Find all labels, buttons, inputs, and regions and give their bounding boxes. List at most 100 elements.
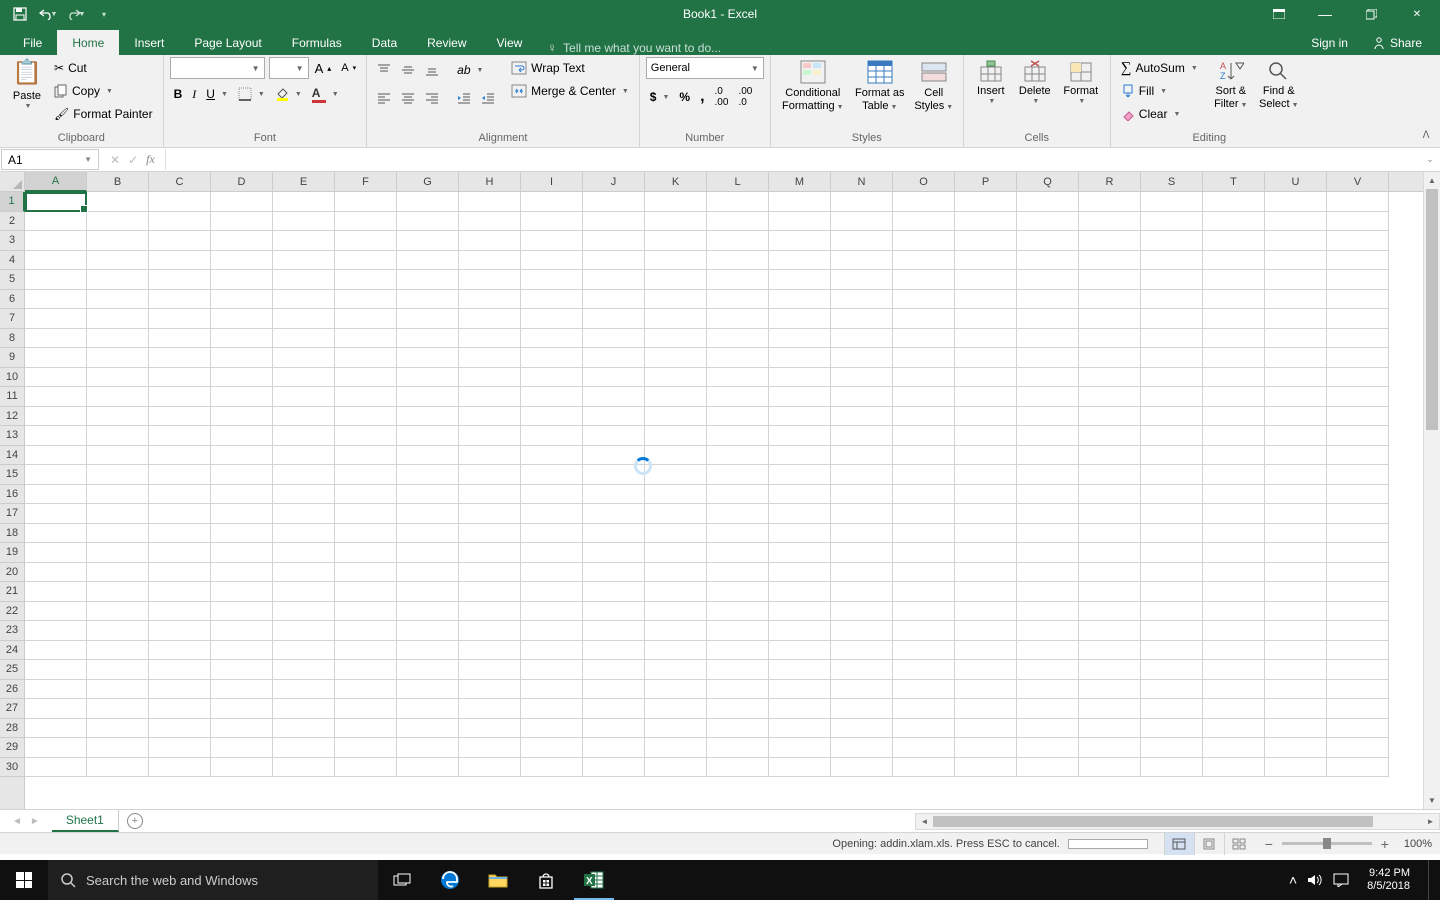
hscroll-track[interactable] — [933, 814, 1422, 829]
cell[interactable] — [521, 348, 583, 368]
cell[interactable] — [273, 738, 335, 758]
cell[interactable] — [1203, 641, 1265, 661]
cell[interactable] — [1017, 270, 1079, 290]
cell[interactable] — [769, 641, 831, 661]
cell[interactable] — [1141, 719, 1203, 739]
cell[interactable] — [1141, 290, 1203, 310]
cell[interactable] — [273, 407, 335, 427]
cell[interactable] — [1203, 621, 1265, 641]
cell[interactable] — [335, 485, 397, 505]
cell[interactable] — [459, 329, 521, 349]
cell[interactable] — [273, 543, 335, 563]
cell[interactable] — [1265, 309, 1327, 329]
insert-function-icon[interactable]: fx — [146, 152, 155, 167]
cell[interactable] — [25, 485, 87, 505]
cell[interactable] — [25, 582, 87, 602]
cell[interactable] — [459, 368, 521, 388]
cell[interactable] — [273, 465, 335, 485]
cell[interactable] — [1141, 270, 1203, 290]
cell[interactable] — [273, 602, 335, 622]
cell[interactable] — [831, 485, 893, 505]
cell[interactable] — [1079, 621, 1141, 641]
cell[interactable] — [459, 680, 521, 700]
cell[interactable] — [25, 680, 87, 700]
column-header[interactable]: A — [25, 172, 87, 192]
cell[interactable] — [87, 348, 149, 368]
cell[interactable] — [645, 368, 707, 388]
formula-input[interactable] — [166, 148, 1420, 171]
cell[interactable] — [1017, 660, 1079, 680]
cell[interactable] — [955, 524, 1017, 544]
font-name-select[interactable]: ▼ — [170, 57, 265, 79]
cell[interactable] — [1017, 602, 1079, 622]
cell[interactable] — [893, 621, 955, 641]
cell[interactable] — [149, 485, 211, 505]
cell[interactable] — [893, 524, 955, 544]
cell[interactable] — [1265, 660, 1327, 680]
cell[interactable] — [1141, 563, 1203, 583]
collapse-ribbon-icon[interactable]: ᐱ — [1418, 127, 1434, 143]
cell[interactable] — [397, 719, 459, 739]
align-center-button[interactable] — [397, 87, 419, 109]
wrap-text-button[interactable]: Wrap Text — [507, 57, 633, 79]
cell[interactable] — [769, 290, 831, 310]
cell[interactable] — [87, 368, 149, 388]
cell[interactable] — [955, 407, 1017, 427]
cell[interactable] — [583, 524, 645, 544]
row-header[interactable]: 30 — [0, 758, 24, 778]
scroll-left-icon[interactable]: ◄ — [916, 817, 933, 826]
cell[interactable] — [831, 329, 893, 349]
cell[interactable] — [707, 543, 769, 563]
cell[interactable] — [1079, 738, 1141, 758]
autosum-button[interactable]: ∑AutoSum▼ — [1117, 57, 1202, 79]
cell[interactable] — [25, 602, 87, 622]
cell[interactable] — [1327, 738, 1389, 758]
cell[interactable] — [645, 563, 707, 583]
cell[interactable] — [1203, 407, 1265, 427]
cell[interactable] — [893, 387, 955, 407]
cell[interactable] — [831, 680, 893, 700]
cell[interactable] — [459, 309, 521, 329]
cell[interactable] — [211, 407, 273, 427]
taskbar-edge-icon[interactable] — [426, 860, 474, 900]
cell[interactable] — [211, 680, 273, 700]
cell[interactable] — [1327, 270, 1389, 290]
cell[interactable] — [769, 407, 831, 427]
cell[interactable] — [1327, 699, 1389, 719]
cell[interactable] — [149, 504, 211, 524]
column-header[interactable]: L — [707, 172, 769, 191]
cell[interactable] — [149, 407, 211, 427]
tab-view[interactable]: View — [482, 30, 538, 55]
cell[interactable] — [1265, 621, 1327, 641]
cell[interactable] — [1017, 621, 1079, 641]
cell[interactable] — [25, 309, 87, 329]
cell[interactable] — [25, 719, 87, 739]
cell[interactable] — [893, 758, 955, 778]
cell[interactable] — [707, 329, 769, 349]
cell[interactable] — [87, 270, 149, 290]
cell[interactable] — [87, 446, 149, 466]
cell[interactable] — [1327, 660, 1389, 680]
cell[interactable] — [25, 465, 87, 485]
cell[interactable] — [893, 212, 955, 232]
cell[interactable] — [397, 329, 459, 349]
taskbar-file-explorer-icon[interactable] — [474, 860, 522, 900]
cell[interactable] — [583, 251, 645, 271]
vscroll-track[interactable] — [1424, 189, 1440, 792]
cell[interactable] — [769, 387, 831, 407]
cell-styles-button[interactable]: Cell Styles▼ — [911, 57, 957, 115]
cell[interactable] — [831, 543, 893, 563]
cell[interactable] — [1017, 543, 1079, 563]
column-header[interactable]: I — [521, 172, 583, 191]
cell[interactable] — [1203, 738, 1265, 758]
cell[interactable] — [893, 699, 955, 719]
cell[interactable] — [1141, 192, 1203, 212]
cell[interactable] — [1265, 738, 1327, 758]
cell[interactable] — [831, 426, 893, 446]
row-header[interactable]: 16 — [0, 485, 24, 505]
sort-filter-button[interactable]: AZ Sort & Filter▼ — [1208, 57, 1254, 113]
cell[interactable] — [645, 699, 707, 719]
cell[interactable] — [459, 543, 521, 563]
cell[interactable] — [459, 426, 521, 446]
cell[interactable] — [1327, 446, 1389, 466]
